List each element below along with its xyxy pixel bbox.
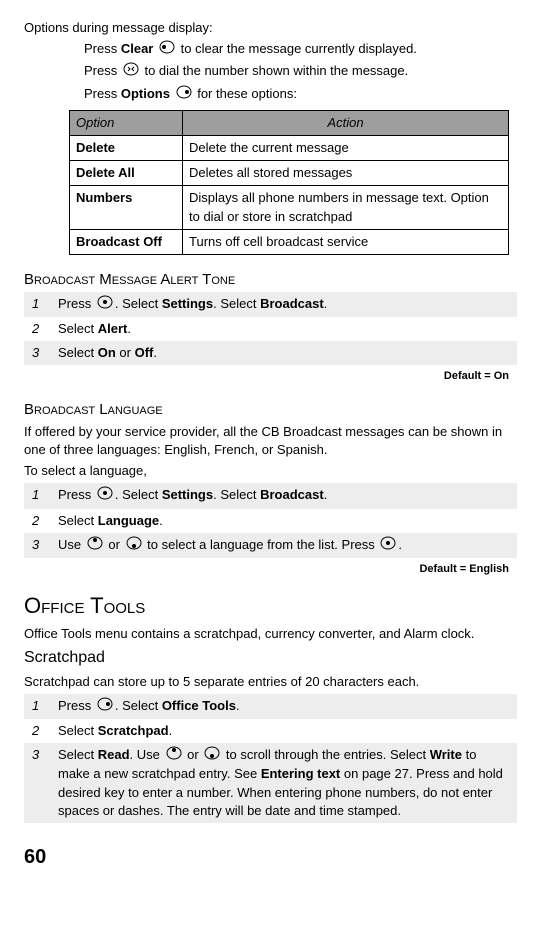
step-body: Select Scratchpad.: [58, 722, 517, 740]
icon-center-icon: [97, 486, 113, 505]
icon-up-icon: [166, 746, 182, 765]
bold-text: Read: [98, 747, 130, 762]
step-body: Press . Select Settings. Select Broadcas…: [58, 295, 517, 314]
icon-center-icon: [380, 536, 396, 555]
clear-label: Clear: [121, 41, 154, 56]
section-broadcast-alert: Broadcast Message Alert Tone: [24, 269, 517, 290]
table-row: NumbersDisplays all phone numbers in mes…: [70, 186, 509, 229]
options-header-action: Action: [183, 110, 509, 135]
intro-line-3: Press Options for these options:: [84, 85, 517, 104]
option-name: Broadcast Off: [70, 229, 183, 254]
section-office-tools: Office Tools: [24, 591, 517, 622]
table-row: DeleteDelete the current message: [70, 135, 509, 160]
options-table: Option Action DeleteDelete the current m…: [69, 110, 509, 255]
text: Press: [84, 41, 121, 56]
step-number: 2: [24, 320, 58, 338]
default-alert: Default = On: [24, 369, 509, 384]
section-broadcast-language: Broadcast Language: [24, 399, 517, 420]
step-body: Press . Select Office Tools.: [58, 697, 517, 716]
option-action: Turns off cell broadcast service: [183, 229, 509, 254]
step-number: 1: [24, 697, 58, 716]
option-action: Displays all phone numbers in message te…: [183, 186, 509, 229]
steps-office-tools: 1Press . Select Office Tools.2Select Scr…: [24, 694, 517, 823]
text: Press: [84, 63, 121, 78]
subsection-scratchpad: Scratchpad: [24, 647, 517, 669]
option-name: Delete: [70, 135, 183, 160]
bold-text: Off: [135, 345, 154, 360]
icon-right-icon: [97, 697, 113, 716]
step-item: 1Press . Select Settings. Select Broadca…: [24, 292, 517, 317]
nav-left-icon: [159, 40, 175, 59]
option-action: Delete the current message: [183, 135, 509, 160]
option-name: Numbers: [70, 186, 183, 229]
step-number: 2: [24, 722, 58, 740]
option-action: Deletes all stored messages: [183, 161, 509, 186]
options-label: Options: [121, 86, 170, 101]
bold-text: Scratchpad: [98, 723, 169, 738]
icon-down-icon: [126, 536, 142, 555]
step-item: 3Select Read. Use or to scroll through t…: [24, 743, 517, 823]
table-row: Broadcast OffTurns off cell broadcast se…: [70, 229, 509, 254]
default-language: Default = English: [24, 562, 509, 577]
step-number: 2: [24, 512, 58, 530]
icon-up-icon: [87, 536, 103, 555]
bold-text: Office Tools: [162, 698, 236, 713]
nav-right-icon: [176, 85, 192, 104]
call-icon: [123, 62, 139, 81]
bold-text: Entering text: [261, 766, 340, 781]
step-body: Select On or Off.: [58, 344, 517, 362]
table-row: Delete AllDeletes all stored messages: [70, 161, 509, 186]
step-body: Press . Select Settings. Select Broadcas…: [58, 486, 517, 505]
intro-line-1: Press Clear to clear the message current…: [84, 40, 517, 59]
icon-down-icon: [204, 746, 220, 765]
broadcast-lang-para: If offered by your service provider, all…: [24, 423, 517, 459]
step-number: 3: [24, 344, 58, 362]
step-item: 3Use or to select a language from the li…: [24, 533, 517, 558]
bold-text: Settings: [162, 487, 213, 502]
option-name: Delete All: [70, 161, 183, 186]
bold-text: Settings: [162, 296, 213, 311]
step-item: 1Press . Select Office Tools.: [24, 694, 517, 719]
bold-text: Broadcast: [260, 296, 324, 311]
step-item: 2Select Alert.: [24, 317, 517, 341]
office-tools-intro: Office Tools menu contains a scratchpad,…: [24, 625, 517, 643]
step-number: 1: [24, 486, 58, 505]
step-item: 2Select Scratchpad.: [24, 719, 517, 743]
intro-heading: Options during message display:: [24, 19, 517, 37]
step-number: 3: [24, 746, 58, 820]
step-item: 2Select Language.: [24, 509, 517, 533]
text: for these options:: [197, 86, 297, 101]
page-number: 60: [24, 843, 517, 871]
bold-text: On: [98, 345, 116, 360]
step-number: 1: [24, 295, 58, 314]
step-item: 1Press . Select Settings. Select Broadca…: [24, 483, 517, 508]
steps-broadcast-lang: 1Press . Select Settings. Select Broadca…: [24, 483, 517, 558]
text: to clear the message currently displayed…: [181, 41, 417, 56]
bold-text: Broadcast: [260, 487, 324, 502]
step-number: 3: [24, 536, 58, 555]
bold-text: Write: [430, 747, 462, 762]
options-header-option: Option: [70, 110, 183, 135]
step-body: Select Language.: [58, 512, 517, 530]
scratchpad-intro: Scratchpad can store up to 5 separate en…: [24, 673, 517, 691]
step-body: Select Read. Use or to scroll through th…: [58, 746, 517, 820]
step-body: Use or to select a language from the lis…: [58, 536, 517, 555]
steps-broadcast-alert: 1Press . Select Settings. Select Broadca…: [24, 292, 517, 366]
step-item: 3Select On or Off.: [24, 341, 517, 365]
bold-text: Alert: [98, 321, 128, 336]
step-body: Select Alert.: [58, 320, 517, 338]
broadcast-lang-lead: To select a language,: [24, 462, 517, 480]
text: Press: [84, 86, 121, 101]
intro-line-2: Press to dial the number shown within th…: [84, 62, 517, 81]
icon-center-icon: [97, 295, 113, 314]
bold-text: Language: [98, 513, 159, 528]
text: to dial the number shown within the mess…: [144, 63, 408, 78]
